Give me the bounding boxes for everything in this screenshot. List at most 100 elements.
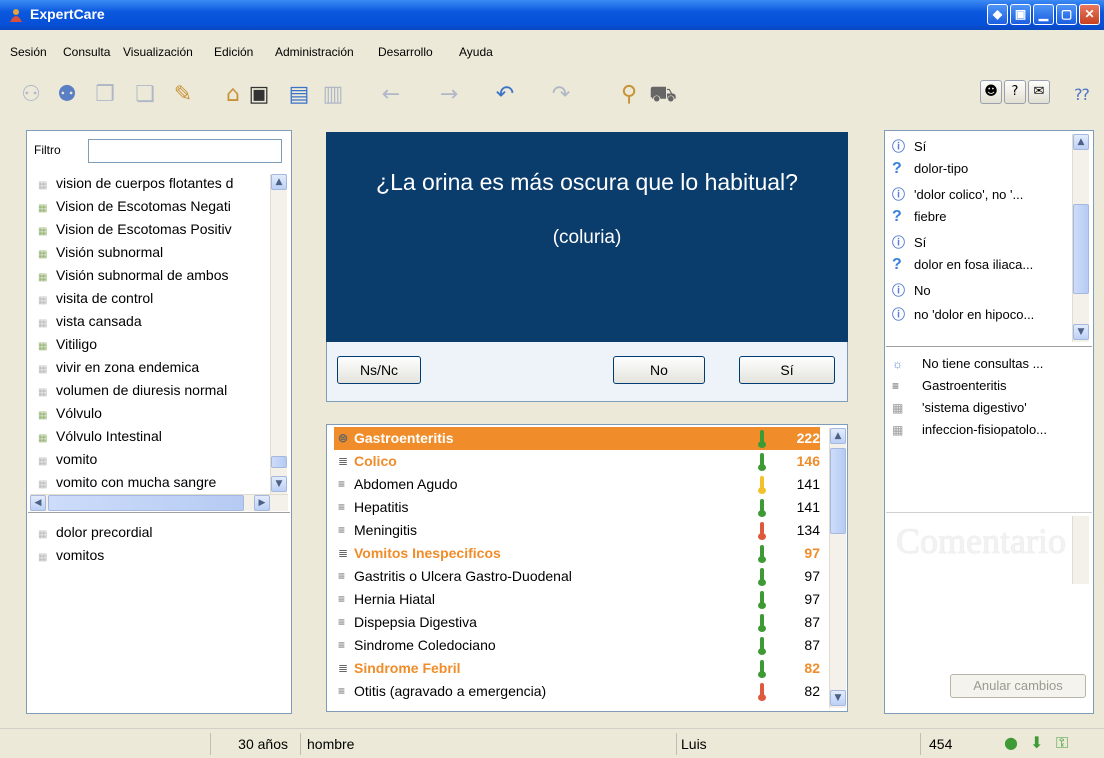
undo-book-icon[interactable]: ✎: [168, 80, 198, 110]
menu-visualizacion[interactable]: Visualización: [123, 45, 193, 59]
history-item[interactable]: ⓘ No: [892, 280, 931, 299]
undo-icon[interactable]: ↶: [490, 80, 520, 110]
back-arrow-icon[interactable]: ←: [376, 80, 406, 110]
history-vscrollbar[interactable]: ▲ ▼: [1072, 134, 1089, 342]
card-icon[interactable]: ▤: [284, 80, 314, 110]
context-item[interactable]: ▦ infeccion-fisiopatolo...: [892, 422, 1047, 437]
maximize-button[interactable]: ▢: [1056, 4, 1077, 25]
table-row[interactable]: ≡ Dispepsia Digestiva 87: [334, 611, 820, 634]
history-item[interactable]: ? dolor-tipo: [892, 160, 968, 178]
table-row[interactable]: ≡ Sindrome Coledociano 87: [334, 634, 820, 657]
list-item[interactable]: ▦ Visión subnormal: [38, 244, 266, 260]
table-row[interactable]: ⊜ Gastroenteritis 222: [334, 427, 820, 450]
close-button[interactable]: ✕: [1079, 4, 1100, 25]
face-icon[interactable]: ☻: [980, 80, 1002, 104]
table-row[interactable]: ≡ Hepatitis 141: [334, 496, 820, 519]
menu-ayuda[interactable]: Ayuda: [459, 45, 493, 59]
selected-symptom[interactable]: ▦ dolor precordial: [38, 524, 278, 540]
list-item[interactable]: ▦ visita de control: [38, 290, 266, 306]
help-cursor-icon[interactable]: ⁇: [1070, 80, 1094, 110]
book-icon[interactable]: ❒: [90, 80, 120, 110]
table-row[interactable]: ≡ Gastritis o Ulcera Gastro-Duodenal 97: [334, 565, 820, 588]
comment-input[interactable]: [888, 516, 1088, 664]
list-item[interactable]: ▦ Vision de Escotomas Positiv: [38, 221, 266, 237]
save-icon[interactable]: ▣: [244, 80, 274, 110]
users-icon[interactable]: ⚉: [52, 80, 82, 110]
download-icon: ⬇: [1030, 733, 1044, 752]
context-item[interactable]: ▦'sistema digestivo': [892, 400, 1027, 415]
scroll-down-arrow[interactable]: ▼: [1073, 324, 1089, 340]
answer-nsnc-button[interactable]: Ns/Nc: [337, 356, 421, 384]
history-item[interactable]: ⓘ Sí: [892, 136, 926, 155]
note-icon[interactable]: ✉: [1028, 80, 1050, 104]
table-row[interactable]: ≣ Colico 146: [334, 450, 820, 473]
scroll-right-arrow[interactable]: ▶: [254, 495, 270, 511]
diagnosis-score: 222: [796, 430, 820, 446]
list-item[interactable]: ▦ vision de cuerpos flotantes d: [38, 175, 266, 191]
history-item[interactable]: ⓘ no 'dolor en hipoco...: [892, 304, 1034, 323]
list-item[interactable]: ▦ vivir en zona endemica: [38, 359, 266, 375]
list-item[interactable]: ▦ Vitiligo: [38, 336, 266, 352]
menu-sesion[interactable]: Sesión: [10, 45, 47, 59]
scroll-up-arrow[interactable]: ▲: [271, 174, 287, 190]
filter-input[interactable]: [88, 139, 282, 163]
menu-bar: Sesión Consulta Visualización Edición Ad…: [0, 30, 1104, 68]
window-restore-special-button[interactable]: ◆: [987, 4, 1008, 25]
context-item[interactable]: ☼ No tiene consultas ...: [892, 356, 1043, 371]
window-tile-button[interactable]: ▣: [1010, 4, 1031, 25]
table-row[interactable]: ≡ Hernia Hiatal 97: [334, 588, 820, 611]
list-item[interactable]: ▦ vomito: [38, 451, 266, 467]
diagnosis-name: Gastritis o Ulcera Gastro-Duodenal: [354, 568, 572, 584]
scroll-thumb[interactable]: [271, 456, 287, 468]
menu-consulta[interactable]: Consulta: [63, 45, 110, 59]
selected-symptom[interactable]: ▦ vomitos: [38, 547, 278, 563]
scroll-left-arrow[interactable]: ◀: [30, 495, 46, 511]
scroll-thumb[interactable]: [830, 448, 846, 534]
scroll-thumb[interactable]: [48, 495, 244, 511]
question-icon[interactable]: ?: [1004, 80, 1026, 104]
symptom-list-vscrollbar[interactable]: ▲ ▼: [270, 174, 287, 494]
menu-administracion[interactable]: Administración: [275, 45, 354, 59]
history-item[interactable]: ? dolor en fosa iliaca...: [892, 256, 1033, 274]
list-item[interactable]: ▦ volumen de diuresis normal: [38, 382, 266, 398]
table-row[interactable]: ≡ Meningitis 134: [334, 519, 820, 542]
ambulance-icon[interactable]: ⛟: [648, 80, 678, 110]
undo-changes-button[interactable]: Anular cambios: [950, 674, 1086, 698]
list-item[interactable]: ▦ Visión subnormal de ambos: [38, 267, 266, 283]
book-open-icon[interactable]: ❏: [130, 80, 160, 110]
forward-arrow-icon[interactable]: →: [434, 80, 464, 110]
history-item[interactable]: ⓘ Sí: [892, 232, 926, 251]
answer-si-button[interactable]: Sí: [739, 356, 835, 384]
title-bar[interactable]: ExpertCare ◆ ▣ ▁ ▢ ✕: [0, 0, 1104, 30]
list-item[interactable]: ▦ vista cansada: [38, 313, 266, 329]
scroll-up-arrow[interactable]: ▲: [830, 428, 846, 444]
list-item[interactable]: ▦ Vólvulo Intestinal: [38, 428, 266, 444]
list-item[interactable]: ▦ vomito con mucha sangre: [38, 474, 266, 490]
new-session-icon[interactable]: ⚇: [16, 80, 46, 110]
history-item[interactable]: ⓘ 'dolor colico', no '...: [892, 184, 1023, 203]
table-row[interactable]: ≣ Sindrome Febril 82: [334, 657, 820, 680]
comment-vscrollbar[interactable]: [1072, 516, 1089, 584]
scroll-up-arrow[interactable]: ▲: [1073, 134, 1089, 150]
minimize-button[interactable]: ▁: [1033, 4, 1054, 25]
menu-edicion[interactable]: Edición: [214, 45, 253, 59]
context-item[interactable]: ≡ Gastroenteritis: [892, 378, 1007, 393]
list-item[interactable]: ▦ Vólvulo: [38, 405, 266, 421]
thermometer-icon: [758, 453, 766, 471]
history-item[interactable]: ? fiebre: [892, 208, 947, 226]
answer-no-button[interactable]: No: [613, 356, 705, 384]
tree-node-icon: ▦: [38, 226, 48, 237]
scroll-thumb[interactable]: [1073, 204, 1089, 294]
table-row[interactable]: ≡ Otitis (agravado a emergencia) 82: [334, 680, 820, 703]
symptom-list-hscrollbar[interactable]: ◀ ▶: [30, 494, 288, 511]
redo-icon[interactable]: ↷: [546, 80, 576, 110]
list-item[interactable]: ▦ Vision de Escotomas Negati: [38, 198, 266, 214]
card-list-icon[interactable]: ▥: [318, 80, 348, 110]
menu-desarrollo[interactable]: Desarrollo: [378, 45, 433, 59]
diagnosis-vscrollbar[interactable]: ▲ ▼: [829, 428, 846, 708]
scroll-down-arrow[interactable]: ▼: [271, 476, 287, 492]
search-magnifier-icon[interactable]: ⚲: [614, 80, 644, 110]
scroll-down-arrow[interactable]: ▼: [830, 690, 846, 706]
table-row[interactable]: ≡ Abdomen Agudo 141: [334, 473, 820, 496]
table-row[interactable]: ≣ Vomitos Inespecificos 97: [334, 542, 820, 565]
